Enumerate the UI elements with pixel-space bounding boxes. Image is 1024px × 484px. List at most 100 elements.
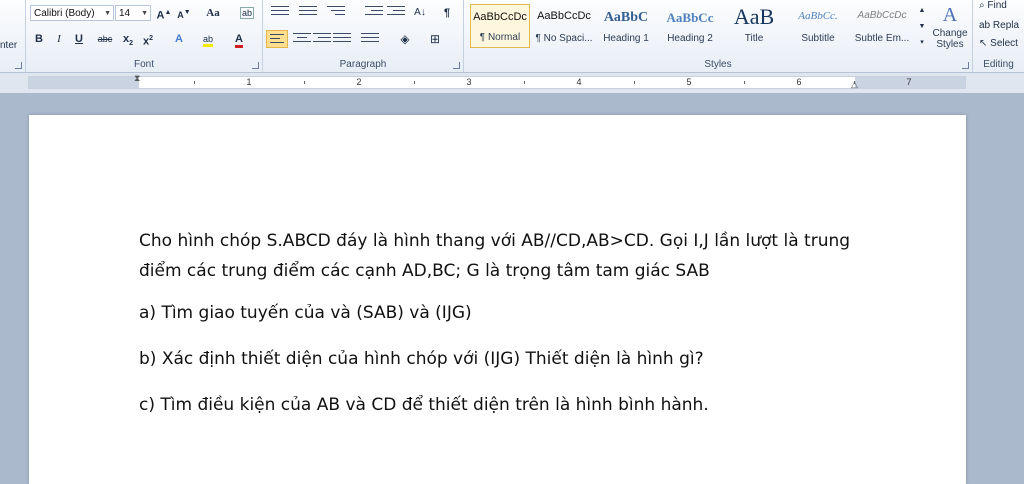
chevron-down-icon: ▼ [141, 10, 148, 17]
bullets-icon[interactable] [271, 6, 289, 22]
show-marks-button[interactable]: ¶ [439, 4, 455, 22]
find-label: Find [987, 0, 1007, 11]
paragraph-dialog-launcher[interactable] [453, 62, 460, 69]
editing-group: ⌕ Find ab Repla ↖ Select Editing [973, 0, 1024, 72]
multilevel-list-icon[interactable] [327, 6, 345, 22]
style-sample: AaB [733, 4, 775, 29]
horizontal-ruler[interactable]: 1 2 3 4 5 6 7 ⧗ △ [28, 73, 966, 90]
clipboard-dialog-launcher[interactable] [15, 62, 22, 69]
ruler-tick [634, 81, 635, 84]
highlight-icon: ab [202, 34, 213, 47]
shading-icon[interactable]: ◈ [395, 30, 415, 48]
borders-icon[interactable]: ⊞ [425, 30, 445, 48]
cursor-icon: ↖ [979, 38, 991, 49]
ruler-tick [414, 81, 415, 84]
subscript-button[interactable]: x2 [120, 30, 136, 48]
styles-scroll-up-icon[interactable]: ▲ [918, 4, 926, 18]
font-dialog-launcher[interactable] [252, 62, 259, 69]
indent-marker-icon[interactable]: ⧗ [134, 73, 140, 84]
ruler-number: 5 [686, 77, 692, 87]
paragraph-group: A↓ ¶ ◈ ⊞ Paragraph [263, 0, 464, 72]
replace-icon: ab [979, 20, 993, 31]
document-body[interactable]: Cho hình chóp S.ABCD đáy là hình thang v… [139, 226, 859, 436]
increase-indent-icon[interactable] [387, 6, 405, 22]
style-name: Heading 1 [603, 33, 649, 44]
grow-font-button[interactable]: A▲ [156, 4, 172, 22]
font-name-combo[interactable]: Calibri (Body) ▼ [30, 5, 114, 21]
replace-label: Repla [992, 20, 1020, 31]
document-paragraph: a) Tìm giao tuyến của và (SAB) và (IJG) [139, 303, 472, 323]
style-heading-2[interactable]: AaBbCc Heading 2 [660, 4, 720, 48]
change-styles-icon: A [942, 4, 958, 26]
document-paragraph: Cho hình chóp S.ABCD đáy là hình thang v… [139, 231, 851, 281]
strikethrough-button[interactable]: abc [94, 30, 116, 48]
bold-button[interactable]: B [30, 30, 48, 48]
align-left-icon [270, 34, 284, 43]
ruler-tick [304, 81, 305, 84]
clear-formatting-icon: ab [239, 7, 254, 19]
sort-icon[interactable]: A↓ [411, 4, 429, 22]
font-group-label: Font [133, 59, 154, 70]
change-case-button[interactable]: Aa [202, 4, 224, 22]
chevron-down-icon: ▼ [104, 10, 111, 17]
styles-dialog-launcher[interactable] [962, 62, 969, 69]
ruler-area: 1 2 3 4 5 6 7 ⧗ △ [0, 73, 1024, 93]
styles-scroll-down-icon[interactable]: ▼ [918, 20, 926, 34]
style-sample: AaBbCcDc [537, 10, 591, 22]
ruler-tick [194, 81, 195, 84]
change-styles-button[interactable]: A Change Styles [930, 2, 970, 58]
style-name: ¶ No Spaci... [535, 33, 593, 44]
styles-group: AaBbCcDc ¶ Normal AaBbCcDc ¶ No Spaci...… [464, 0, 973, 72]
ruler-number: 4 [576, 77, 582, 87]
line-spacing-icon[interactable] [361, 33, 379, 49]
replace-button[interactable]: ab Repla [979, 20, 1019, 31]
superscript-button[interactable]: x2 [140, 30, 156, 48]
document-page[interactable]: Cho hình chóp S.ABCD đáy là hình thang v… [29, 115, 966, 484]
align-right-icon[interactable] [313, 33, 331, 49]
styles-group-label: Styles [704, 59, 732, 70]
ruler-number: 7 [906, 77, 912, 87]
document-paragraph: c) Tìm điều kiện của AB và CD để thiết d… [139, 395, 709, 415]
style-heading-1[interactable]: AaBbC Heading 1 [596, 4, 656, 48]
font-color-icon: A [235, 33, 243, 48]
select-button[interactable]: ↖ Select [979, 38, 1018, 49]
italic-button[interactable]: I [50, 30, 68, 48]
ruler-number: 6 [796, 77, 802, 87]
text-effects-button[interactable]: A [170, 30, 188, 48]
align-center-icon[interactable] [293, 33, 311, 49]
ruler-tick [744, 81, 745, 84]
ribbon: nter Calibri (Body) ▼ 14 ▼ A▲ A▼ Aa ab B… [0, 0, 1024, 73]
style-subtitle[interactable]: AaBbCc. Subtitle [788, 4, 848, 48]
style-sample: AaBbCcDc [857, 10, 907, 21]
decrease-indent-icon[interactable] [365, 6, 383, 22]
select-label: Select [990, 38, 1018, 49]
font-color-button[interactable]: A [230, 30, 248, 48]
ruler-left-margin [29, 77, 139, 88]
right-indent-marker-icon[interactable]: △ [851, 79, 858, 90]
paragraph-group-label: Paragraph [339, 59, 387, 70]
clear-formatting-button[interactable]: ab [238, 4, 256, 22]
justify-icon[interactable] [333, 33, 351, 49]
style-name: Subtle Em... [854, 33, 910, 44]
font-group: Calibri (Body) ▼ 14 ▼ A▲ A▼ Aa ab B I U … [26, 0, 263, 72]
font-size-combo[interactable]: 14 ▼ [115, 5, 151, 21]
grow-font-icon: A [156, 9, 165, 22]
style-normal[interactable]: AaBbCcDc ¶ Normal [470, 4, 530, 48]
find-button[interactable]: ⌕ Find [979, 0, 1007, 11]
style-name: Subtitle [801, 33, 835, 44]
underline-button[interactable]: U [70, 30, 88, 48]
styles-more-icon[interactable]: ▾ [918, 36, 926, 50]
style-name: Title [744, 33, 764, 44]
clipboard-group: nter [0, 0, 26, 72]
align-left-button[interactable] [266, 30, 288, 48]
style-no-spacing[interactable]: AaBbCcDc ¶ No Spaci... [534, 4, 594, 48]
font-size-value: 14 [119, 8, 131, 19]
numbering-icon[interactable] [299, 6, 317, 22]
document-paragraph: b) Xác định thiết diện của hình chóp với… [139, 349, 704, 369]
style-sample: AaBbCc. [798, 10, 838, 22]
style-subtle-emphasis[interactable]: AaBbCcDc Subtle Em... [852, 4, 912, 48]
format-painter-label[interactable]: nter [0, 40, 17, 51]
style-title[interactable]: AaB Title [724, 4, 784, 48]
shrink-font-button[interactable]: A▼ [176, 4, 192, 22]
highlight-button[interactable]: ab [198, 30, 218, 48]
